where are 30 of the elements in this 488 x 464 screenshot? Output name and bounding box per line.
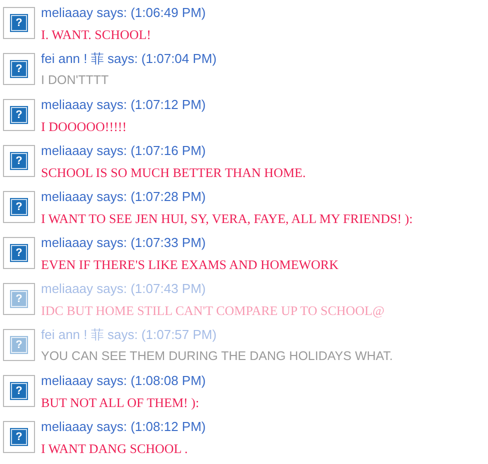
- message-header: meliaaay says: (1:06:49 PM): [41, 4, 206, 22]
- message-text: YOU CAN SEE THEM DURING THE DANG HOLIDAYS WHAT.: [41, 348, 393, 365]
- message-header: meliaaay says: (1:07:12 PM): [41, 96, 206, 114]
- avatar-icon: ?: [3, 53, 35, 85]
- message-header: meliaaay says: (1:07:16 PM): [41, 142, 207, 160]
- message-header: fei ann ! 菲 says: (1:07:57 PM): [41, 326, 218, 344]
- message-text: I. WANT. SCHOOL!: [41, 26, 152, 43]
- message-text: I DOOOOO!!!!!: [41, 118, 128, 135]
- message-header: meliaaay says: (1:08:08 PM): [41, 372, 206, 390]
- message-text: BUT NOT ALL OF THEM! ):: [41, 394, 200, 411]
- avatar-icon: ?: [3, 145, 35, 177]
- message-header: meliaaay says: (1:07:43 PM): [41, 280, 207, 298]
- message-text: I DON'TTTT: [41, 72, 110, 89]
- message-text: I WANT DANG SCHOOL .: [41, 440, 189, 457]
- avatar-icon: ?: [3, 283, 35, 315]
- message-text: EVEN IF THERE'S LIKE EXAMS AND HOMEWORK: [41, 256, 338, 273]
- message-header: meliaaay says: (1:07:28 PM): [41, 188, 207, 206]
- message-header: fei ann ! 菲 says: (1:07:04 PM): [41, 50, 217, 68]
- message-text: SCHOOL IS SO MUCH BETTER THAN HOME.: [41, 164, 306, 181]
- avatar-icon: ?: [3, 191, 35, 223]
- avatar-icon: ?: [3, 421, 35, 453]
- message-header: meliaaay says: (1:08:12 PM): [41, 418, 206, 436]
- avatar-icon: ?: [3, 237, 35, 269]
- message-text: IDC BUT HOME STILL CAN'T COMPARE UP TO SCHOOL@: [41, 302, 384, 319]
- avatar-icon: ?: [3, 99, 35, 131]
- avatar-icon: ?: [3, 7, 35, 39]
- message-text: I WANT TO SEE JEN HUI, SY, VERA, FAYE, ALL MY FRIENDS! ):: [41, 210, 413, 227]
- avatar-icon: ?: [3, 375, 35, 407]
- avatar-icon: ?: [3, 329, 35, 361]
- message-header: meliaaay says: (1:07:33 PM): [41, 234, 207, 252]
